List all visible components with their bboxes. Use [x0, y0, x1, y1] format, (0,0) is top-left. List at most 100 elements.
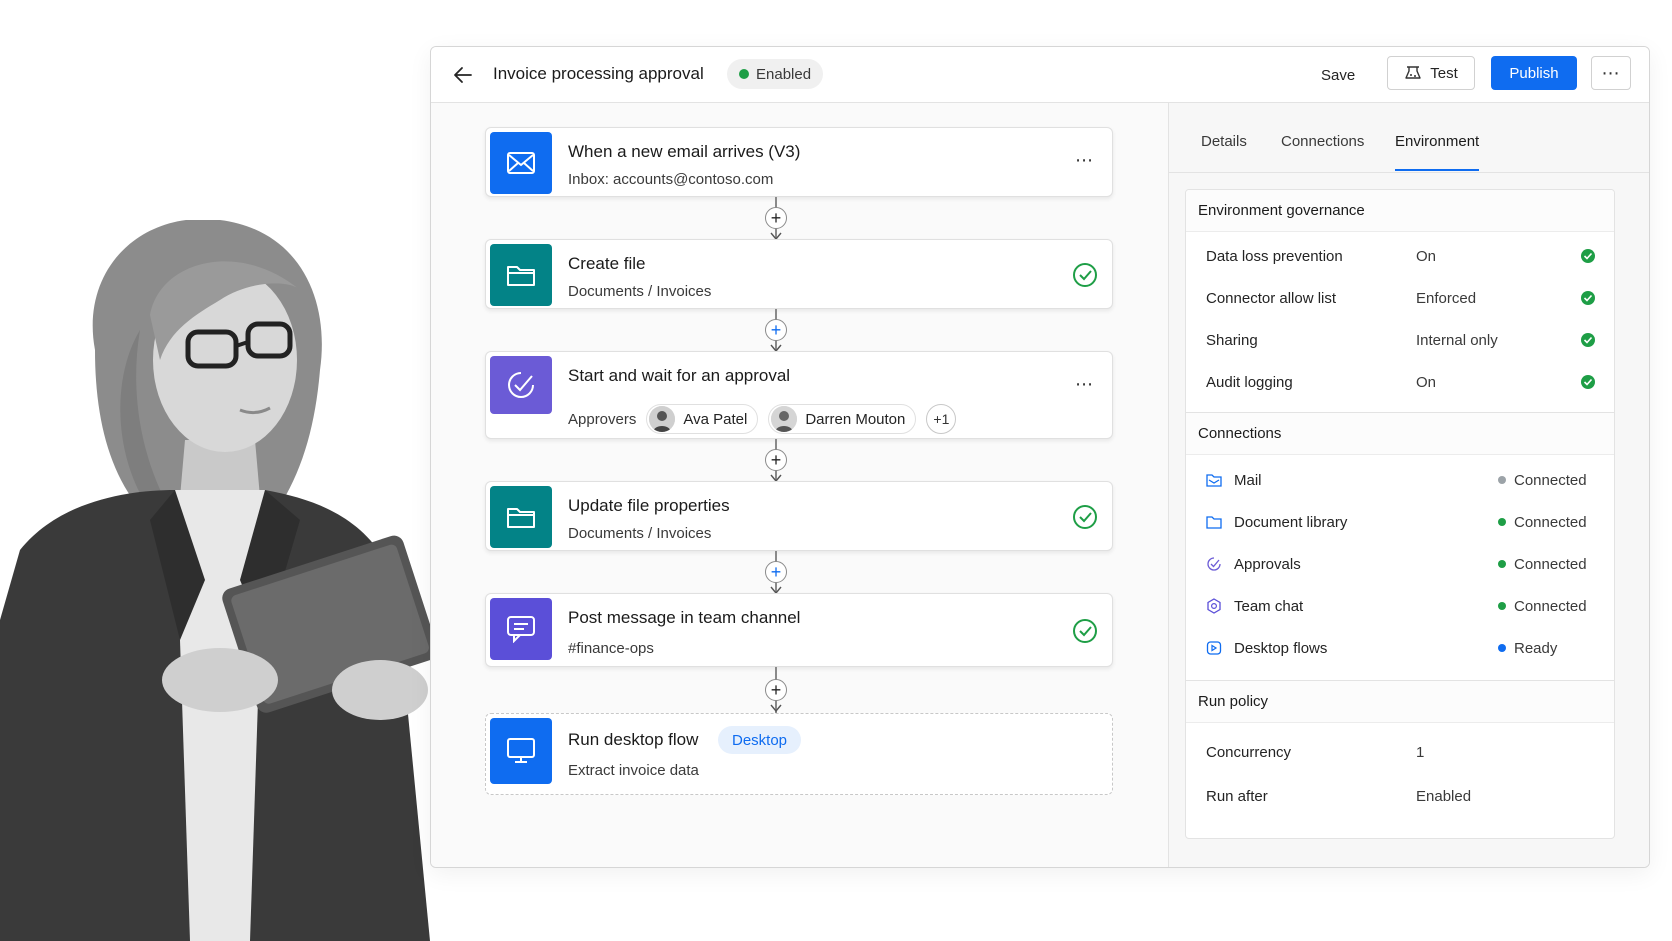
connection-row[interactable]: Desktop flows Ready: [1186, 626, 1614, 670]
status-dot: [1498, 560, 1506, 568]
flow-canvas: When a new email arrives (V3) Inbox: acc…: [431, 103, 1169, 867]
mail-folder-icon: [1206, 474, 1222, 487]
avatar: [649, 406, 676, 432]
add-step-button[interactable]: +: [765, 207, 787, 229]
status-dot: [1498, 644, 1506, 652]
add-step-button[interactable]: +: [765, 679, 787, 701]
step-title: Run desktop flow: [568, 730, 699, 749]
step-card-update-file[interactable]: Update file properties Documents / Invoi…: [485, 481, 1113, 551]
more-options-icon[interactable]: ⋯: [1591, 56, 1631, 90]
status-text: Connected: [1514, 513, 1587, 531]
step-title: Start and wait for an approval: [568, 366, 791, 385]
connection-label: Desktop flows: [1234, 639, 1328, 657]
publish-button[interactable]: Publish: [1491, 56, 1577, 90]
step-more-icon[interactable]: ⋯: [1075, 150, 1094, 171]
step-card-create-file[interactable]: Create file Documents / Invoices: [485, 239, 1113, 309]
connection-status: Ready: [1498, 640, 1557, 657]
section-title-run-policy: Run policy: [1186, 681, 1614, 723]
test-label: Test: [1430, 64, 1458, 82]
status-text: Connected: [1514, 471, 1587, 489]
success-check-icon: [1073, 263, 1097, 287]
row-value: On: [1416, 247, 1437, 265]
add-step-button[interactable]: +: [765, 561, 787, 583]
step-more-icon[interactable]: ⋯: [1075, 374, 1094, 395]
environment-card: Environment governance Data loss prevent…: [1185, 189, 1615, 839]
folder-icon: [490, 486, 552, 548]
step-card-trigger[interactable]: When a new email arrives (V3) Inbox: acc…: [485, 127, 1113, 197]
row-value: Internal only: [1416, 331, 1498, 349]
row-label: Audit logging: [1206, 373, 1293, 391]
connection-status: Connected: [1498, 514, 1587, 531]
row-value: On: [1416, 373, 1437, 391]
check-circle-icon: [1581, 291, 1595, 305]
connection-row[interactable]: Document library Connected: [1186, 500, 1614, 544]
connection-row[interactable]: Team chat Connected: [1186, 584, 1614, 628]
app-window: Invoice processing approval Enabled Save…: [430, 46, 1650, 868]
more-approvers-badge[interactable]: +1: [926, 404, 957, 434]
approver-name: Ava Patel: [683, 410, 748, 428]
governance-row: Audit logging On: [1186, 360, 1614, 404]
approval-icon: [490, 356, 552, 414]
desktop-tag: Desktop: [718, 726, 802, 754]
status-dot: [1498, 518, 1506, 526]
step-title: When a new email arrives (V3): [568, 142, 801, 161]
governance-row: Sharing Internal only: [1186, 318, 1614, 362]
person-illustration: [0, 220, 438, 941]
step-title: Create file: [568, 254, 646, 273]
connection-label: Document library: [1234, 513, 1348, 531]
active-tab-indicator: [1395, 169, 1479, 171]
row-label: Data loss prevention: [1206, 247, 1343, 265]
tab-details[interactable]: Details: [1201, 133, 1247, 150]
connection-label: Mail: [1234, 471, 1262, 489]
test-button[interactable]: Test: [1387, 56, 1475, 90]
row-value: 1: [1416, 743, 1425, 761]
row-value: Enforced: [1416, 289, 1477, 307]
folder-icon: [490, 244, 552, 306]
connection-status: Connected: [1498, 598, 1587, 615]
approvers-row: Approvers Ava Patel Darren Mouton +1: [568, 404, 957, 434]
status-text: Connected: [1514, 597, 1587, 615]
monitor-icon: [490, 718, 552, 784]
status-badge: Enabled: [727, 59, 824, 89]
panel-tabs: Details Connections Environment: [1169, 103, 1649, 173]
governance-row: Data loss prevention On: [1186, 234, 1614, 278]
row-value: Enabled: [1416, 787, 1472, 805]
status-dot: [1498, 476, 1506, 484]
avatar: [771, 406, 798, 432]
tab-environment[interactable]: Environment: [1395, 133, 1479, 150]
step-title: Update file properties: [568, 496, 730, 515]
step-title: Post message in team channel: [568, 608, 801, 627]
check-circle-icon: [1581, 375, 1595, 389]
step-subtitle: Inbox: accounts@contoso.com: [568, 171, 774, 188]
check-circle-icon: [1581, 333, 1595, 347]
tab-connections[interactable]: Connections: [1281, 133, 1364, 150]
step-card-post-message[interactable]: Post message in team channel #finance-op…: [485, 593, 1113, 667]
approver-chip[interactable]: Darren Mouton: [768, 404, 917, 434]
status-dot: [1498, 602, 1506, 610]
approver-chip[interactable]: Ava Patel: [646, 404, 759, 434]
step-card-desktop-flow[interactable]: Run desktop flow Desktop Extract invoice…: [485, 713, 1113, 795]
mail-icon: [490, 132, 552, 194]
step-subtitle: #finance-ops: [568, 640, 654, 657]
connection-label: Team chat: [1234, 597, 1304, 615]
row-label: Concurrency: [1206, 743, 1292, 761]
step-card-approval[interactable]: Start and wait for an approval Approvers…: [485, 351, 1113, 439]
status-text: Connected: [1514, 555, 1587, 573]
step-subtitle: Extract invoice data: [568, 762, 699, 779]
properties-panel: Details Connections Environment Environm…: [1169, 103, 1649, 867]
status-label: Enabled: [756, 65, 812, 83]
connection-row[interactable]: Mail Connected: [1186, 458, 1614, 502]
connection-label: Approvals: [1234, 555, 1301, 573]
add-step-button[interactable]: +: [765, 319, 787, 341]
step-subtitle: Documents / Invoices: [568, 525, 712, 542]
row-label: Connector allow list: [1206, 289, 1337, 307]
chat-icon: [490, 598, 552, 660]
check-circle-icon: [1581, 249, 1595, 263]
success-check-icon: [1073, 505, 1097, 529]
connection-row[interactable]: Approvals Connected: [1186, 542, 1614, 586]
team-chat-icon: [1207, 598, 1221, 614]
add-step-button[interactable]: +: [765, 449, 787, 471]
desktop-flow-icon: [1206, 641, 1222, 655]
back-arrow-icon[interactable]: [451, 63, 475, 87]
save-button[interactable]: Save: [1307, 59, 1369, 91]
